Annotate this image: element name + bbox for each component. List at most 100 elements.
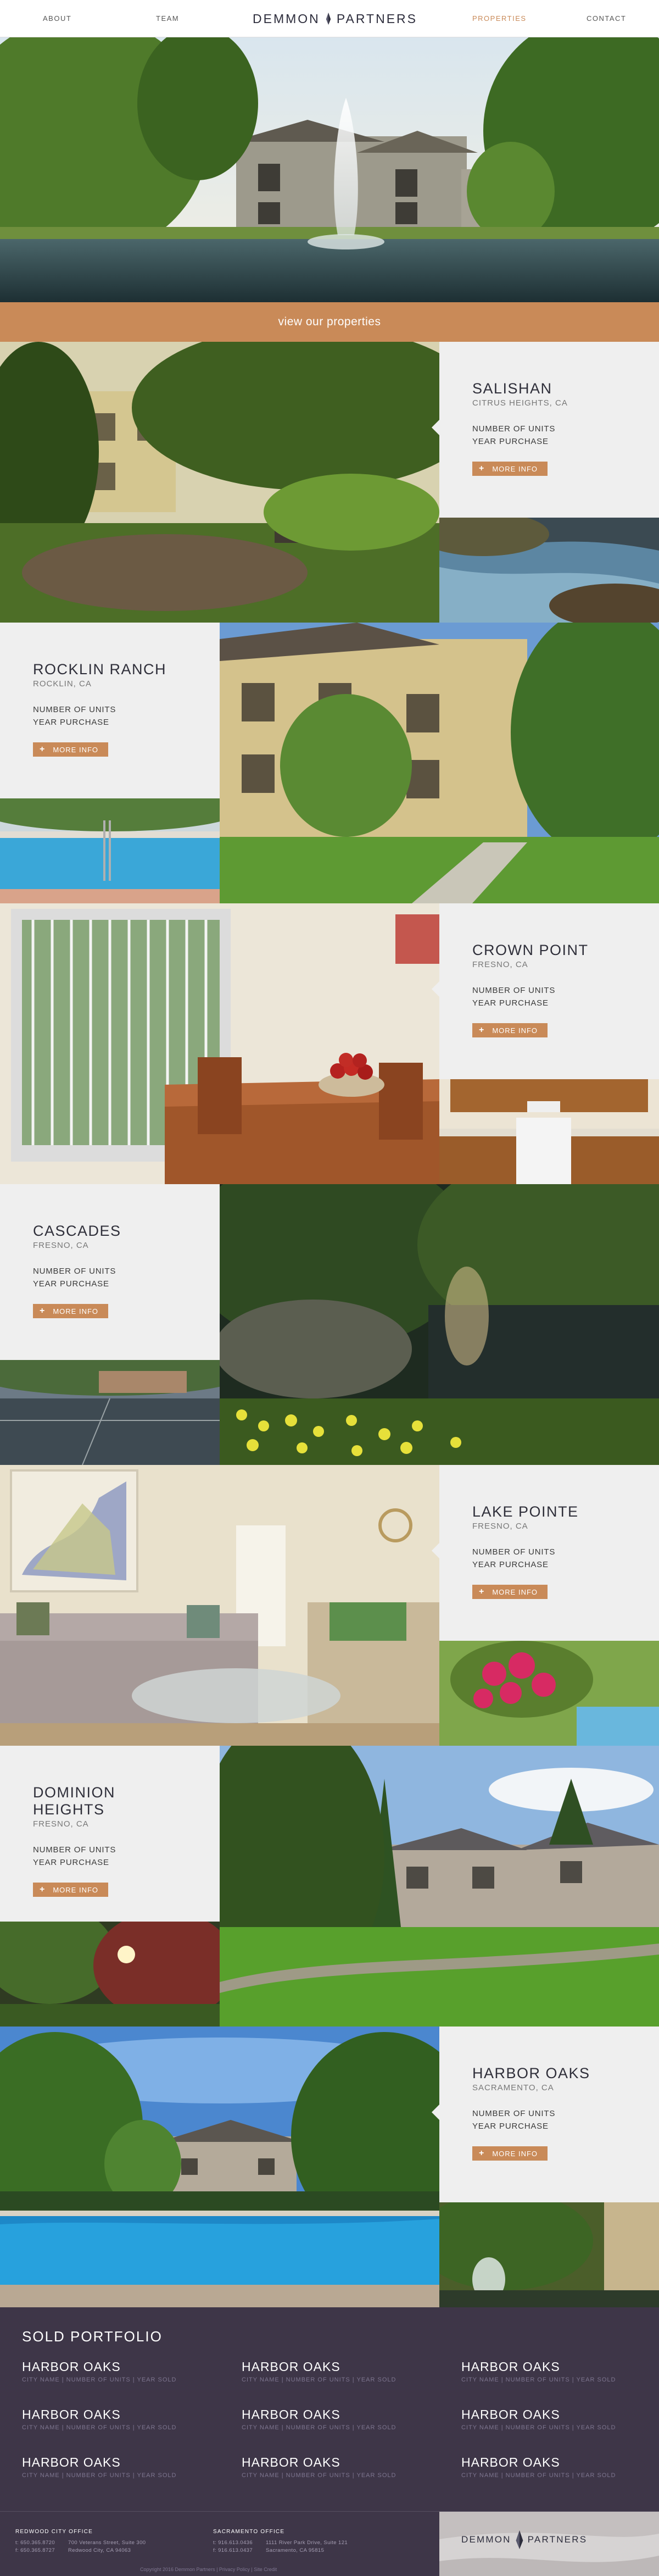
property-city: SACRAMENTO, CA: [472, 2083, 554, 2092]
year-label: YEAR PURCHASE: [33, 718, 109, 727]
property-row-salishan: SALISHAN CITRUS HEIGHTS, CA NUMBER OF UN…: [0, 342, 659, 623]
brand-mark-icon: [326, 12, 331, 25]
brand-right-word: PARTNERS: [527, 2534, 588, 2545]
property-info-panel: CASCADES FRESNO, CA NUMBER OF UNITS YEAR…: [0, 1184, 227, 1360]
year-label: YEAR PURCHASE: [472, 437, 549, 446]
panel-pointer: [432, 981, 439, 997]
sold-portfolio-section: SOLD PORTFOLIO HARBOR OAKS CITY NAME | NU…: [0, 2307, 659, 2511]
office-fax: f: 916.613.0437: [213, 2547, 253, 2553]
property-city: FRESNO, CA: [472, 1522, 528, 1531]
property-row-dominion-heights: DOMINION HEIGHTS FRESNO, CA NUMBER OF UN…: [0, 1746, 659, 2027]
sold-item-meta: CITY NAME | NUMBER OF UNITS | YEAR SOLD: [461, 2424, 616, 2431]
property-name: CASCADES: [33, 1223, 121, 1239]
sold-item-name: HARBOR OAKS: [242, 2407, 340, 2422]
units-label: NUMBER OF UNITS: [33, 705, 116, 714]
more-info-label: MORE INFO: [492, 1587, 538, 1596]
sold-item: HARBOR OAKS CITY NAME | NUMBER OF UNITS |…: [461, 2407, 637, 2431]
property-row-rocklin-ranch: ROCKLIN RANCH ROCKLIN, CA NUMBER OF UNIT…: [0, 623, 659, 903]
office-phone[interactable]: t: 650.365.8720: [15, 2539, 55, 2547]
property-info-panel: DOMINION HEIGHTS FRESNO, CA NUMBER OF UN…: [0, 1746, 227, 1922]
site-footer: REDWOOD CITY OFFICE t: 650.365.8720 f: 6…: [0, 2511, 659, 2576]
office-sacramento: SACRAMENTO OFFICE t: 916.613.0436 f: 916…: [213, 2528, 348, 2555]
footer-brand-logo[interactable]: DEMMON PARTNERS: [461, 2530, 587, 2549]
hero-photo-fountain: [0, 37, 659, 302]
property-info-panel: ROCKLIN RANCH ROCKLIN, CA NUMBER OF UNIT…: [0, 623, 227, 798]
brand-left-word: DEMMON: [461, 2534, 511, 2545]
more-info-button[interactable]: + MORE INFO: [472, 1023, 548, 1037]
plus-icon: +: [479, 1025, 485, 1035]
footer-logo-panel: DEMMON PARTNERS: [439, 2512, 659, 2576]
office-title: SACRAMENTO OFFICE: [213, 2529, 285, 2535]
property-row-cascades: CASCADES FRESNO, CA NUMBER OF UNITS YEAR…: [0, 1184, 659, 1465]
more-info-button[interactable]: + MORE INFO: [33, 1883, 109, 1897]
more-info-button[interactable]: + MORE INFO: [472, 2146, 548, 2161]
sold-item-meta: CITY NAME | NUMBER OF UNITS | YEAR SOLD: [461, 2472, 616, 2479]
panel-pointer: [432, 2105, 439, 2120]
nav-about[interactable]: ABOUT: [43, 14, 71, 23]
more-info-button[interactable]: + MORE INFO: [33, 1304, 109, 1318]
sold-item: HARBOR OAKS CITY NAME | NUMBER OF UNITS |…: [22, 2360, 242, 2383]
sold-item-meta: CITY NAME | NUMBER OF UNITS | YEAR SOLD: [242, 2377, 396, 2383]
view-properties-label: view our properties: [278, 315, 381, 328]
more-info-label: MORE INFO: [53, 1885, 99, 1894]
sold-item: HARBOR OAKS CITY NAME | NUMBER OF UNITS |…: [242, 2455, 461, 2479]
sold-item-name: HARBOR OAKS: [461, 2360, 560, 2374]
year-label: YEAR PURCHASE: [33, 1279, 109, 1289]
panel-pointer: [432, 1543, 439, 1558]
property-row-crown-point: CROWN POINT FRESNO, CA NUMBER OF UNITS Y…: [0, 903, 659, 1184]
sold-item-name: HARBOR OAKS: [22, 2455, 121, 2469]
sold-item-name: HARBOR OAKS: [461, 2455, 560, 2469]
nav-properties[interactable]: PROPERTIES: [472, 14, 527, 23]
property-photo-side: [0, 1360, 220, 1465]
units-label: NUMBER OF UNITS: [33, 1845, 116, 1855]
property-name: HARBOR OAKS: [472, 2065, 590, 2081]
plus-icon: +: [40, 1885, 46, 1894]
property-city: ROCKLIN, CA: [33, 679, 92, 689]
plus-icon: +: [40, 745, 46, 754]
sold-item-name: HARBOR OAKS: [22, 2360, 121, 2374]
units-label: NUMBER OF UNITS: [472, 986, 556, 995]
property-name: SALISHAN: [472, 380, 552, 397]
panel-pointer: [432, 420, 439, 435]
sold-item-meta: CITY NAME | NUMBER OF UNITS | YEAR SOLD: [242, 2424, 396, 2431]
sold-item: HARBOR OAKS CITY NAME | NUMBER OF UNITS |…: [242, 2360, 461, 2383]
more-info-label: MORE INFO: [492, 1026, 538, 1035]
property-info-panel: LAKE POINTE FRESNO, CA NUMBER OF UNITS Y…: [432, 1465, 659, 1641]
property-photo-side: [439, 518, 659, 623]
sold-item-name: HARBOR OAKS: [22, 2407, 121, 2422]
office-phone[interactable]: t: 916.613.0436: [213, 2539, 253, 2547]
plus-icon: +: [479, 464, 485, 473]
view-properties-button[interactable]: view our properties: [0, 302, 659, 342]
property-name: DOMINION HEIGHTS: [33, 1784, 115, 1818]
brand-logo[interactable]: DEMMON PARTNERS: [253, 5, 417, 32]
sold-item-name: HARBOR OAKS: [242, 2360, 340, 2374]
more-info-label: MORE INFO: [492, 2149, 538, 2158]
sold-item-meta: CITY NAME | NUMBER OF UNITS | YEAR SOLD: [242, 2472, 396, 2479]
property-name: ROCKLIN RANCH: [33, 661, 167, 678]
year-label: YEAR PURCHASE: [33, 1858, 109, 1867]
property-photo-main: [0, 342, 439, 623]
property-city: CITRUS HEIGHTS, CA: [472, 398, 568, 408]
property-info-panel: CROWN POINT FRESNO, CA NUMBER OF UNITS Y…: [432, 903, 659, 1079]
units-label: NUMBER OF UNITS: [472, 424, 556, 434]
office-street: 1111 River Park Drive, Suite 121: [266, 2540, 348, 2546]
more-info-button[interactable]: + MORE INFO: [472, 462, 548, 476]
property-photo-side: [0, 1922, 220, 2027]
office-fax: f: 650.365.8727: [15, 2547, 55, 2553]
sold-portfolio-grid: HARBOR OAKS CITY NAME | NUMBER OF UNITS |…: [22, 2360, 637, 2479]
sold-item: HARBOR OAKS CITY NAME | NUMBER OF UNITS |…: [461, 2455, 637, 2479]
more-info-button[interactable]: + MORE INFO: [33, 742, 109, 757]
plus-icon: +: [40, 1306, 46, 1315]
office-city: Sacramento, CA 95815: [266, 2547, 325, 2553]
year-label: YEAR PURCHASE: [472, 998, 549, 1008]
units-label: NUMBER OF UNITS: [472, 2109, 556, 2118]
nav-contact[interactable]: CONTACT: [587, 14, 626, 23]
office-title: REDWOOD CITY OFFICE: [15, 2529, 93, 2535]
plus-icon: +: [479, 1587, 485, 1596]
sold-item-meta: CITY NAME | NUMBER OF UNITS | YEAR SOLD: [22, 2472, 177, 2479]
property-photo-main: [0, 903, 439, 1184]
more-info-button[interactable]: + MORE INFO: [472, 1585, 548, 1599]
nav-team[interactable]: TEAM: [156, 14, 179, 23]
property-city: FRESNO, CA: [33, 1241, 89, 1250]
property-city: FRESNO, CA: [33, 1819, 89, 1829]
